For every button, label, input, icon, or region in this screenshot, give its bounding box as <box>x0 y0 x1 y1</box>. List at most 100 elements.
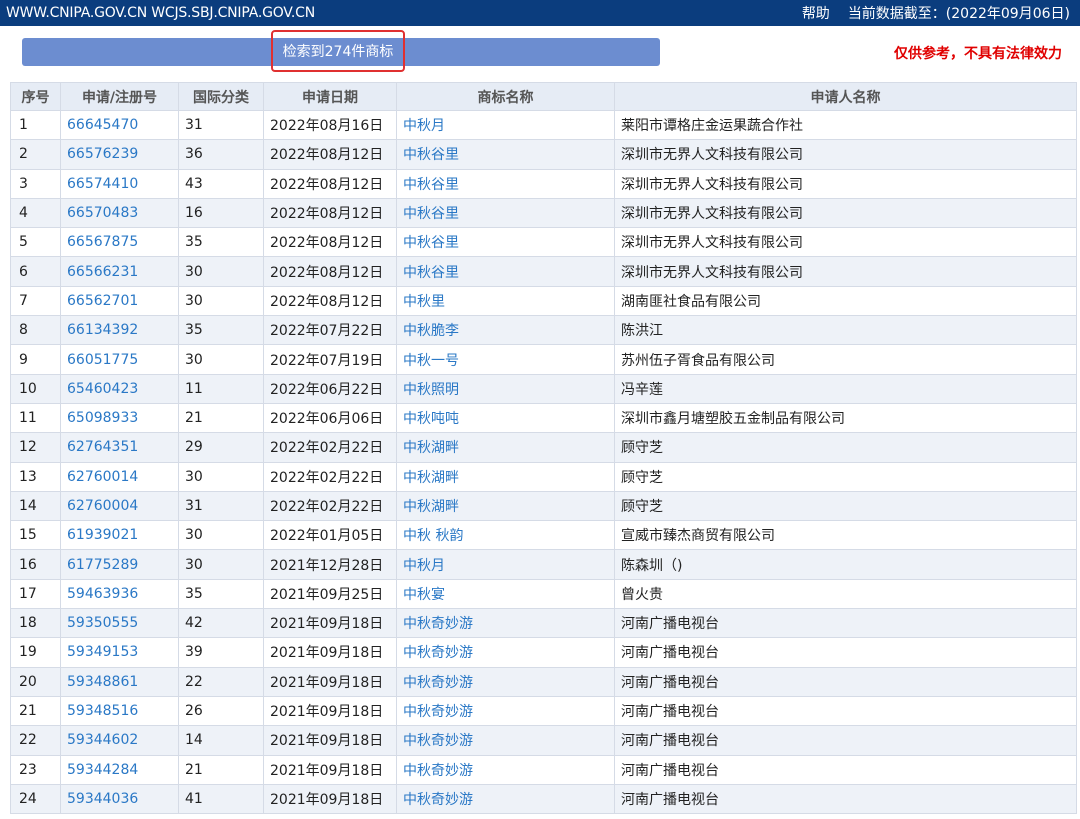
cell-intl-class: 35 <box>178 578 264 610</box>
cell-trademark-name[interactable]: 中秋奇妙游 <box>396 666 615 697</box>
cell-app-date: 2022年07月19日 <box>263 344 397 375</box>
cell-trademark-name[interactable]: 中秋奇妙游 <box>396 754 615 785</box>
cell-applicant: 河南广播电视台 <box>614 666 1077 697</box>
cell-applicant: 顾守芝 <box>614 461 1077 492</box>
cell-seq: 19 <box>10 637 61 668</box>
table-row: 6 66566231 30 2022年08月12日 中秋谷里 深圳市无界人文科技有限公司 <box>10 256 1077 287</box>
cell-app-date: 2022年08月12日 <box>263 285 397 317</box>
cell-intl-class: 36 <box>178 139 264 170</box>
cell-reg-number[interactable]: 61775289 <box>60 549 179 580</box>
table-row: 1 66645470 31 2022年08月16日 中秋月 莱阳市谭格庄金运果蔬合作社 <box>10 109 1077 141</box>
cell-app-date: 2021年09月18日 <box>263 754 397 785</box>
cell-reg-number[interactable]: 59344036 <box>60 783 179 815</box>
result-count: 检索到274件商标 <box>271 30 405 72</box>
top-bar-right: 帮助 当前数据截至：(2022年09月06日) <box>802 3 1070 23</box>
cell-reg-number[interactable]: 66134392 <box>60 315 179 346</box>
cell-reg-number[interactable]: 65460423 <box>60 373 179 404</box>
data-date-label: 当前数据截至：(2022年09月06日) <box>847 6 1070 22</box>
cell-trademark-name[interactable]: 中秋湖畔 <box>396 490 615 522</box>
cell-reg-number[interactable]: 62764351 <box>60 432 179 463</box>
cell-reg-number[interactable]: 66567875 <box>60 227 179 258</box>
cell-trademark-name[interactable]: 中秋湖畔 <box>396 461 615 492</box>
cell-intl-class: 30 <box>178 461 264 492</box>
cell-trademark-name[interactable]: 中秋 秋韵 <box>396 520 615 551</box>
cell-trademark-name[interactable]: 中秋奇妙游 <box>396 725 615 756</box>
header-trademark-name: 商标名称 <box>396 82 615 111</box>
cell-reg-number[interactable]: 59463936 <box>60 578 179 610</box>
cell-trademark-name[interactable]: 中秋谷里 <box>396 139 615 170</box>
cell-trademark-name[interactable]: 中秋月 <box>396 109 615 141</box>
cell-applicant: 莱阳市谭格庄金运果蔬合作社 <box>614 109 1077 141</box>
cell-reg-number[interactable]: 59348861 <box>60 666 179 697</box>
cell-reg-number[interactable]: 66574410 <box>60 168 179 199</box>
table-body: 1 66645470 31 2022年08月16日 中秋月 莱阳市谭格庄金运果蔬合作社 2 6… <box>10 109 1077 815</box>
cell-app-date: 2021年09月18日 <box>263 666 397 697</box>
cell-reg-number[interactable]: 62760004 <box>60 490 179 522</box>
cell-reg-number[interactable]: 61939021 <box>60 520 179 551</box>
cell-app-date: 2022年02月22日 <box>263 490 397 522</box>
cell-reg-number[interactable]: 59350555 <box>60 608 179 639</box>
cell-reg-number[interactable]: 66645470 <box>60 109 179 141</box>
table-row: 17 59463936 35 2021年09月25日 中秋宴 曾火贵 <box>10 578 1077 610</box>
cell-trademark-name[interactable]: 中秋脆李 <box>396 315 615 346</box>
cell-app-date: 2022年08月12日 <box>263 139 397 170</box>
cell-trademark-name[interactable]: 中秋奇妙游 <box>396 637 615 668</box>
cell-reg-number[interactable]: 59348516 <box>60 695 179 727</box>
cell-trademark-name[interactable]: 中秋谷里 <box>396 227 615 258</box>
cell-applicant: 深圳市无界人文科技有限公司 <box>614 168 1077 199</box>
cell-reg-number[interactable]: 66566231 <box>60 256 179 287</box>
table-row: 22 59344602 14 2021年09月18日 中秋奇妙游 河南广播电视台 <box>10 725 1077 756</box>
cell-intl-class: 29 <box>178 432 264 463</box>
cell-seq: 1 <box>10 109 61 141</box>
cell-seq: 22 <box>10 725 61 756</box>
cell-reg-number[interactable]: 66562701 <box>60 285 179 317</box>
cell-applicant: 河南广播电视台 <box>614 754 1077 785</box>
cell-app-date: 2021年09月25日 <box>263 578 397 610</box>
table-row: 5 66567875 35 2022年08月12日 中秋谷里 深圳市无界人文科技有限公司 <box>10 227 1077 258</box>
cell-seq: 14 <box>10 490 61 522</box>
cell-trademark-name[interactable]: 中秋一号 <box>396 344 615 375</box>
cell-reg-number[interactable]: 66576239 <box>60 139 179 170</box>
cell-trademark-name[interactable]: 中秋里 <box>396 285 615 317</box>
site-urls: WWW.CNIPA.GOV.CN WCJS.SBJ.CNIPA.GOV.CN <box>6 5 315 21</box>
cell-trademark-name[interactable]: 中秋宴 <box>396 578 615 610</box>
cell-seq: 13 <box>10 461 61 492</box>
cell-reg-number[interactable]: 59344284 <box>60 754 179 785</box>
cell-trademark-name[interactable]: 中秋奇妙游 <box>396 783 615 815</box>
cell-seq: 17 <box>10 578 61 610</box>
cell-trademark-name[interactable]: 中秋谷里 <box>396 256 615 287</box>
cell-app-date: 2021年12月28日 <box>263 549 397 580</box>
cell-applicant: 河南广播电视台 <box>614 608 1077 639</box>
table-row: 24 59344036 41 2021年09月18日 中秋奇妙游 河南广播电视台 <box>10 783 1077 815</box>
cell-applicant: 深圳市无界人文科技有限公司 <box>614 139 1077 170</box>
cell-reg-number[interactable]: 66051775 <box>60 344 179 375</box>
cell-trademark-name[interactable]: 中秋湖畔 <box>396 432 615 463</box>
cell-app-date: 2022年08月16日 <box>263 109 397 141</box>
cell-trademark-name[interactable]: 中秋月 <box>396 549 615 580</box>
cell-intl-class: 22 <box>178 666 264 697</box>
cell-reg-number[interactable]: 66570483 <box>60 197 179 229</box>
cell-seq: 6 <box>10 256 61 287</box>
cell-reg-number[interactable]: 59349153 <box>60 637 179 668</box>
cell-reg-number[interactable]: 59344602 <box>60 725 179 756</box>
cell-reg-number[interactable]: 65098933 <box>60 402 179 434</box>
cell-seq: 12 <box>10 432 61 463</box>
cell-trademark-name[interactable]: 中秋吨吨 <box>396 402 615 434</box>
table-row: 3 66574410 43 2022年08月12日 中秋谷里 深圳市无界人文科技有限公司 <box>10 168 1077 199</box>
cell-trademark-name[interactable]: 中秋奇妙游 <box>396 695 615 727</box>
cell-trademark-name[interactable]: 中秋照明 <box>396 373 615 404</box>
cell-app-date: 2021年09月18日 <box>263 725 397 756</box>
cell-trademark-name[interactable]: 中秋谷里 <box>396 168 615 199</box>
cell-trademark-name[interactable]: 中秋奇妙游 <box>396 608 615 639</box>
table-row: 13 62760014 30 2022年02月22日 中秋湖畔 顾守芝 <box>10 461 1077 492</box>
cell-seq: 3 <box>10 168 61 199</box>
cell-intl-class: 16 <box>178 197 264 229</box>
cell-intl-class: 35 <box>178 227 264 258</box>
table-row: 16 61775289 30 2021年12月28日 中秋月 陈森圳（) <box>10 549 1077 580</box>
cell-reg-number[interactable]: 62760014 <box>60 461 179 492</box>
cell-trademark-name[interactable]: 中秋谷里 <box>396 197 615 229</box>
cell-seq: 5 <box>10 227 61 258</box>
help-link[interactable]: 帮助 <box>802 3 830 23</box>
cell-app-date: 2022年08月12日 <box>263 227 397 258</box>
cell-intl-class: 43 <box>178 168 264 199</box>
